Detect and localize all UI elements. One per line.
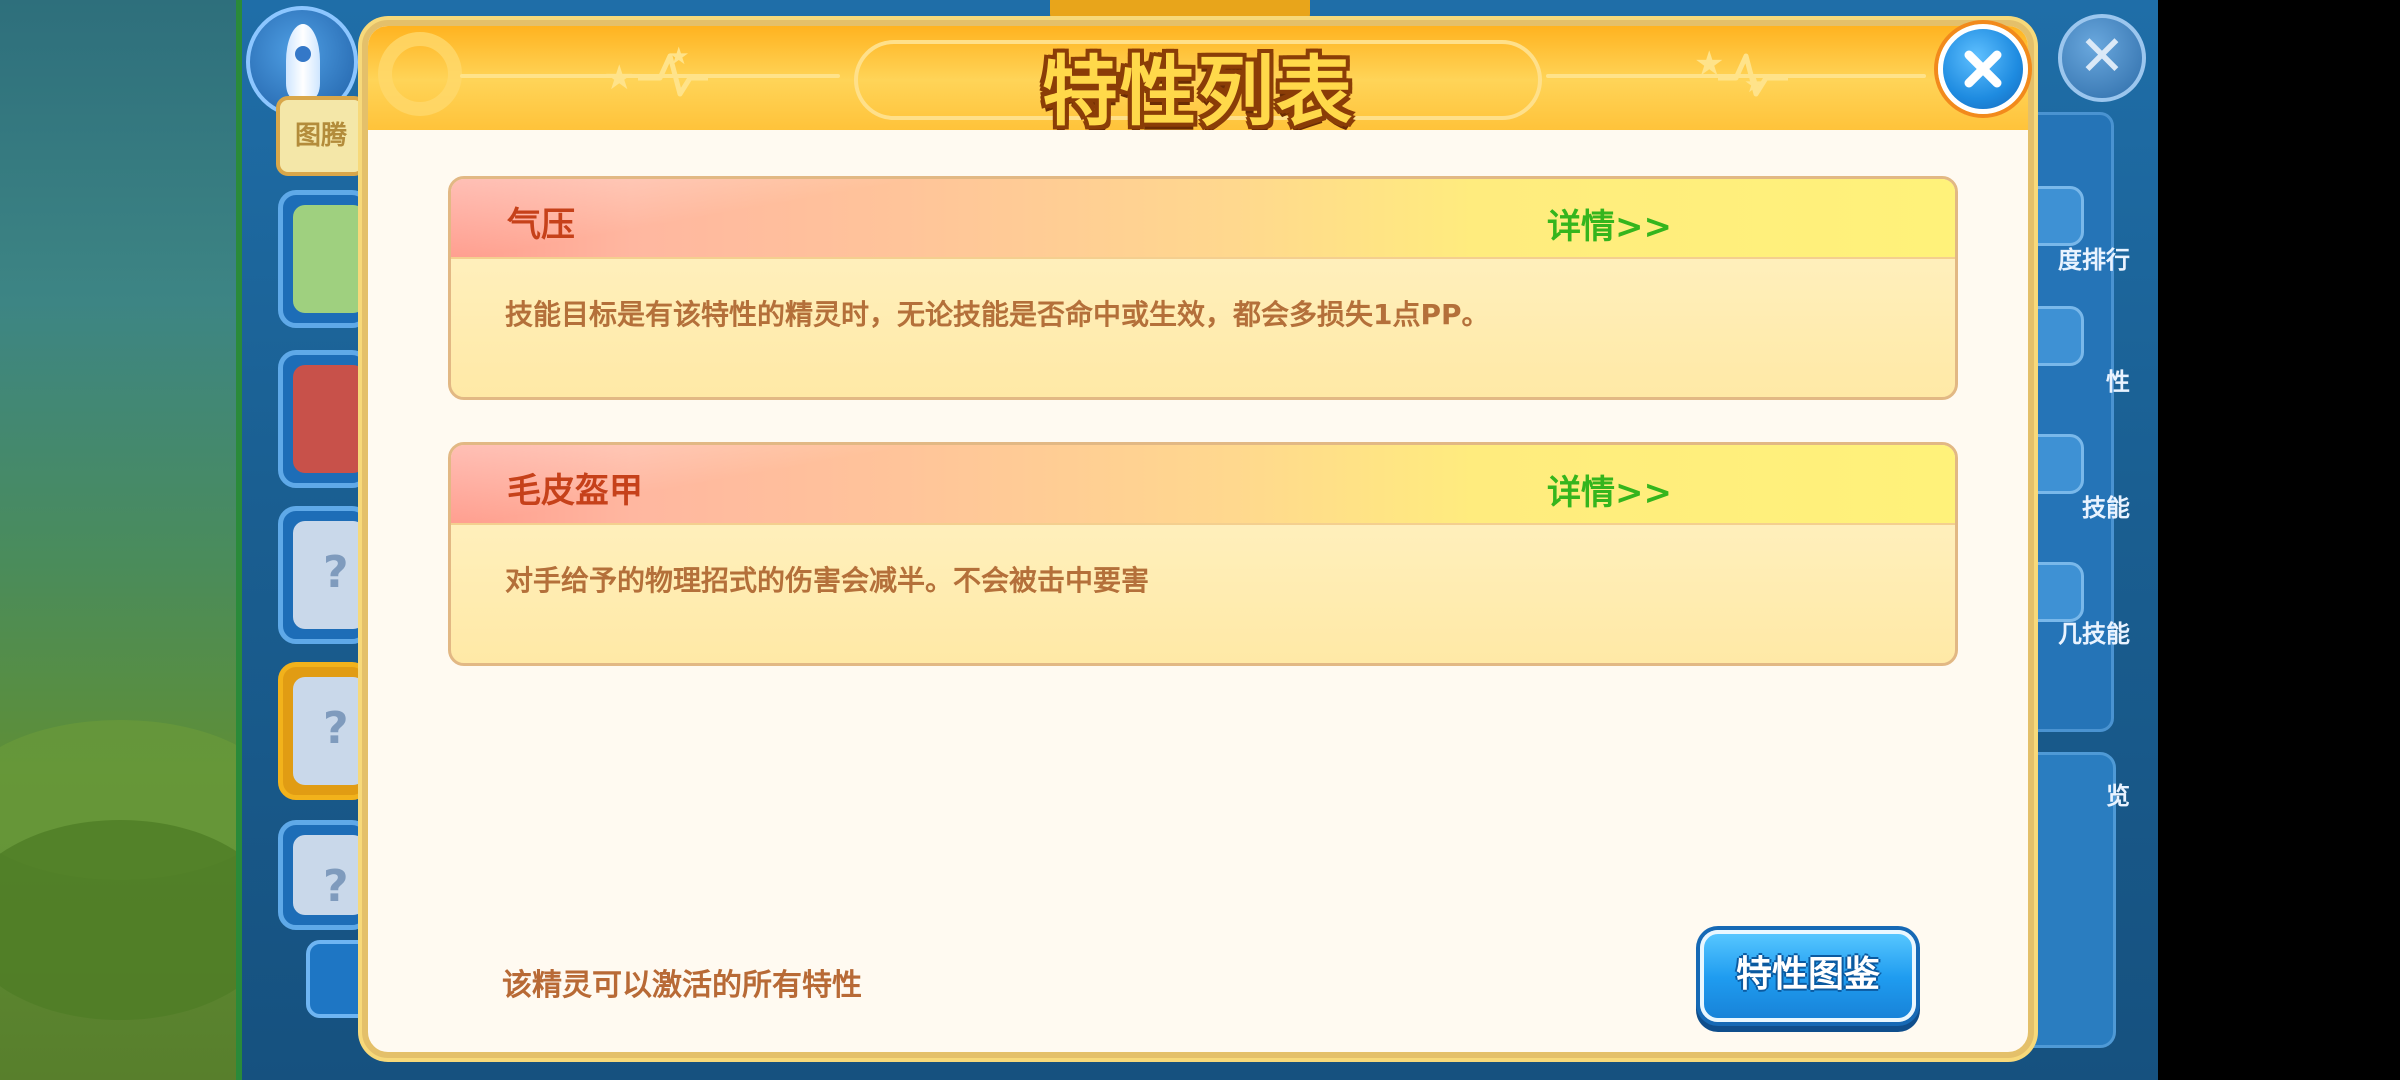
trait-card: 气压 详情>> 技能目标是有该特性的精灵时，无论技能是否命中或生效，都会多损失1… [448,176,1958,400]
trait-description: 对手给予的物理招式的伤害会减半。不会被击中要害 [505,564,1150,597]
trait-list-dialog: ★ ★ ★ ★ 特性列表 气压 详情>> 技能目标是有该特性的精灵时，无论技能是… [362,20,2034,1058]
trait-card: 毛皮盔甲 详情>> 对手给予的物理招式的伤害会减半。不会被击中要害 [448,442,1958,666]
background-pet-slot[interactable]: ? [278,506,370,644]
background-pet-slot[interactable]: ? [278,662,370,800]
background-close-icon[interactable]: ✕ [2058,14,2146,102]
trait-atlas-button[interactable]: 特性图鉴 [1700,930,1916,1022]
close-button[interactable] [1938,24,2028,114]
rocket-icon [286,24,320,98]
unknown-pet-icon: ? [323,547,349,598]
background-pet-slot[interactable] [278,350,370,488]
trait-name: 气压 [507,205,575,245]
background-tab-totem[interactable]: 图腾 [276,96,366,176]
background-landscape [0,0,280,1080]
footer-note: 该精灵可以激活的所有特性 [502,968,862,1003]
trait-detail-link[interactable]: 详情>> [1547,199,1672,248]
trait-description: 技能目标是有该特性的精灵时，无论技能是否命中或生效，都会多损失1点PP。 [505,298,1490,331]
unknown-pet-icon: ? [323,703,349,754]
letterbox-right [2158,0,2400,1080]
close-x-icon [1964,50,2002,88]
trait-card-header: 毛皮盔甲 详情>> [451,445,1955,525]
trait-card-header: 气压 详情>> [451,179,1955,259]
dialog-header: ★ ★ ★ ★ 特性列表 [368,26,2028,130]
unknown-pet-icon: ? [323,861,349,912]
trait-detail-link[interactable]: 详情>> [1547,465,1672,514]
background-pet-slot[interactable] [278,190,370,328]
dialog-title: 特性列表 [1042,47,1354,130]
trait-name: 毛皮盔甲 [507,471,643,511]
background-pet-slot[interactable]: ? [278,820,370,930]
